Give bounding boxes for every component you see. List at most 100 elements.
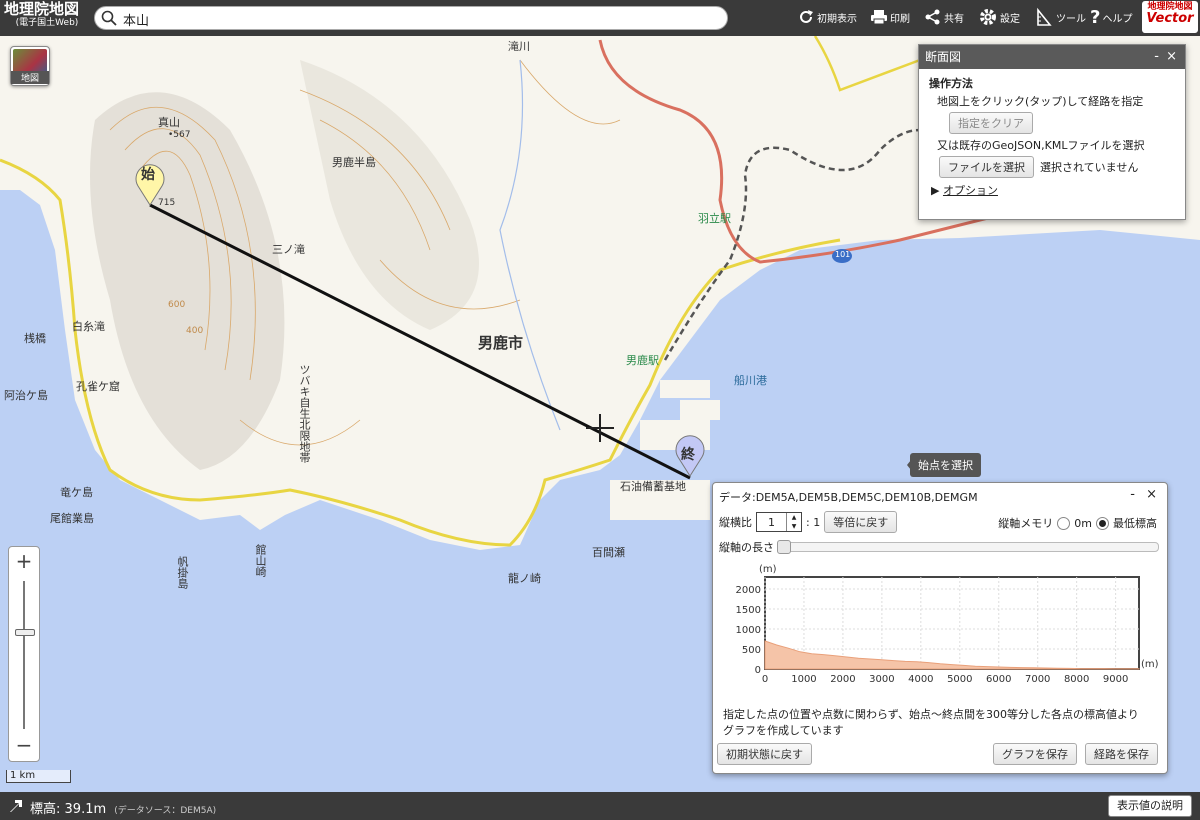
equal-scale-button[interactable]: 等倍に戻す [824,511,898,533]
header-bar: 地理院地図 (電子国土Web) 初期表示 印刷 共有 設定 ツール ? ヘルプ … [0,0,1200,36]
y-tick-label: 0 [755,665,761,676]
share-label: 共有 [944,13,964,25]
print-button[interactable]: 印刷 [870,6,910,28]
elevation-readout: 標高: 39.1m (データソース：DEM5A) [30,798,216,817]
help-label: ヘルプ [1102,13,1133,25]
label-taki-river: 滝川 [508,40,530,53]
start-point-hint: 始点を選択 [907,453,981,477]
file-instruction: 又は既存のGeoJSON,KMLファイルを選択 [937,139,1145,152]
zoom-control: + − [8,546,40,762]
status-bar: 標高: 39.1m (データソース：DEM5A) 表示値の説明 [0,792,1200,820]
zoom-slider-handle[interactable] [15,629,35,636]
aspect-ratio-spinner[interactable]: 1 ▲ ▼ [756,512,802,532]
ruler-icon [1037,7,1052,26]
y-tick-label: 1500 [736,605,761,616]
data-source-row: データ:DEM5A,DEM5B,DEM5C,DEM10B,DEMGM [719,489,978,505]
panel-close-button[interactable]: × [1166,45,1177,69]
aspect-ratio-suffix: : 1 [806,515,821,529]
search-box[interactable] [94,6,728,30]
zoom-in-button[interactable]: + [9,547,39,575]
x-tick-label: 9000 [1103,674,1128,685]
y-tick-label: 1000 [736,625,761,636]
radio-0m-label: 0m [1074,516,1092,530]
x-tick-label: 5000 [947,674,972,685]
clear-route-button[interactable]: 指定をクリア [949,112,1033,134]
label-oga-city: 男鹿市 [478,334,524,352]
logo-subtitle: (電子国土Web) [15,18,79,28]
x-tick-label: 1000 [791,674,816,685]
x-tick-label: 4000 [908,674,933,685]
axis-length-slider[interactable] [777,540,1159,554]
chart-minimize-button[interactable]: - [1130,487,1135,502]
tools-label: ツール [1056,13,1086,25]
label-shinzan-elev: •567 [168,130,191,140]
vector-logo-bottom: Vector [1146,11,1194,26]
cross-section-panel: 断面図 - × 操作方法 地図上をクリック(タップ)して経路を指定 指定をクリア… [918,44,1186,220]
cross-section-panel-header: 断面図 - × [919,45,1185,69]
triangle-right-icon: ▶ [931,184,940,197]
label-contour-600: 600 [168,300,186,310]
reset-view-label: 初期表示 [817,13,857,25]
gear-icon [980,9,996,25]
share-icon [925,9,940,25]
options-link[interactable]: オプション [943,184,998,197]
x-tick-label: 7000 [1025,674,1050,685]
print-label: 印刷 [890,13,910,25]
search-input[interactable] [121,9,715,29]
help-button[interactable]: ? ヘルプ [1090,6,1132,28]
x-tick-label: 6000 [986,674,1011,685]
save-route-button[interactable]: 経路を保存 [1085,743,1158,765]
logo-title: 地理院地図 [4,0,80,18]
radio-0m[interactable] [1057,516,1071,530]
y-tick-label: 500 [742,645,761,656]
label-oyakejima: 尾館業島 [50,512,94,525]
layer-select-button[interactable]: 地図 [10,46,50,86]
question-icon: ? [1090,6,1101,28]
chart-close-button[interactable]: × [1146,487,1157,502]
vector-logo[interactable]: 地理院地図 Vector [1142,1,1198,33]
elevation-value: 39.1m [64,802,107,817]
instructions-heading: 操作方法 [929,77,973,90]
panel-minimize-button[interactable]: - [1154,45,1159,69]
settings-label: 設定 [1000,13,1020,25]
label-shinzan: 真山 [158,116,180,129]
label-sanbashi: 桟橋 [24,332,46,345]
label-kujakugakubo: 孔雀ケ窟 [76,380,120,393]
save-graph-button[interactable]: グラフを保存 [993,743,1077,765]
chart-note-line2: グラフを作成しています [723,724,844,737]
y-unit-label: (m) [759,564,777,575]
axis-length-handle[interactable] [777,540,791,554]
site-logo[interactable]: 地理院地図 (電子国土Web) [4,2,90,28]
choose-file-button[interactable]: ファイルを選択 [939,156,1034,178]
start-marker-label: 始 [141,167,155,183]
x-tick-label: 2000 [830,674,855,685]
share-button[interactable]: 共有 [924,6,964,28]
settings-button[interactable]: 設定 [978,6,1020,28]
label-sannotaki: 三ノ滝 [272,243,305,256]
reset-chart-button[interactable]: 初期状態に戻す [717,743,812,765]
label-contour-400: 400 [186,326,204,336]
scale-bar: 1 km [6,770,71,783]
label-oga-station: 男鹿駅 [626,354,659,367]
label-ryunosaki: 龍ノ崎 [508,572,541,585]
reset-view-button[interactable]: 初期表示 [797,6,857,28]
search-icon [101,10,117,26]
data-sources: データ:DEM5A,DEM5B,DEM5C,DEM10B,DEMGM [719,491,978,504]
click-instruction: 地図上をクリック(タップ)して経路を指定 [937,95,1144,108]
zoom-out-button[interactable]: − [9,731,39,759]
refresh-icon [800,10,813,23]
label-ajigasawa: 阿治ケ島 [4,389,48,402]
layer-button-label: 地図 [11,71,49,84]
radio-min-elevation[interactable] [1096,516,1109,530]
zoom-slider-track[interactable] [23,581,25,729]
x-tick-label: 3000 [869,674,894,685]
value-explanation-button[interactable]: 表示値の説明 [1108,795,1192,817]
x-tick-label: 0 [762,674,768,685]
spinner-arrows-icon[interactable]: ▲ ▼ [786,513,801,531]
options-toggle[interactable]: ▶ オプション [929,182,1175,198]
route-shield-label: 101 [835,250,851,259]
label-oga-peninsula: 男鹿半島 [332,156,376,169]
tools-button[interactable]: ツール [1036,6,1086,28]
aspect-ratio-value: 1 [768,515,775,529]
label-hyakumase: 百間瀬 [592,546,625,559]
